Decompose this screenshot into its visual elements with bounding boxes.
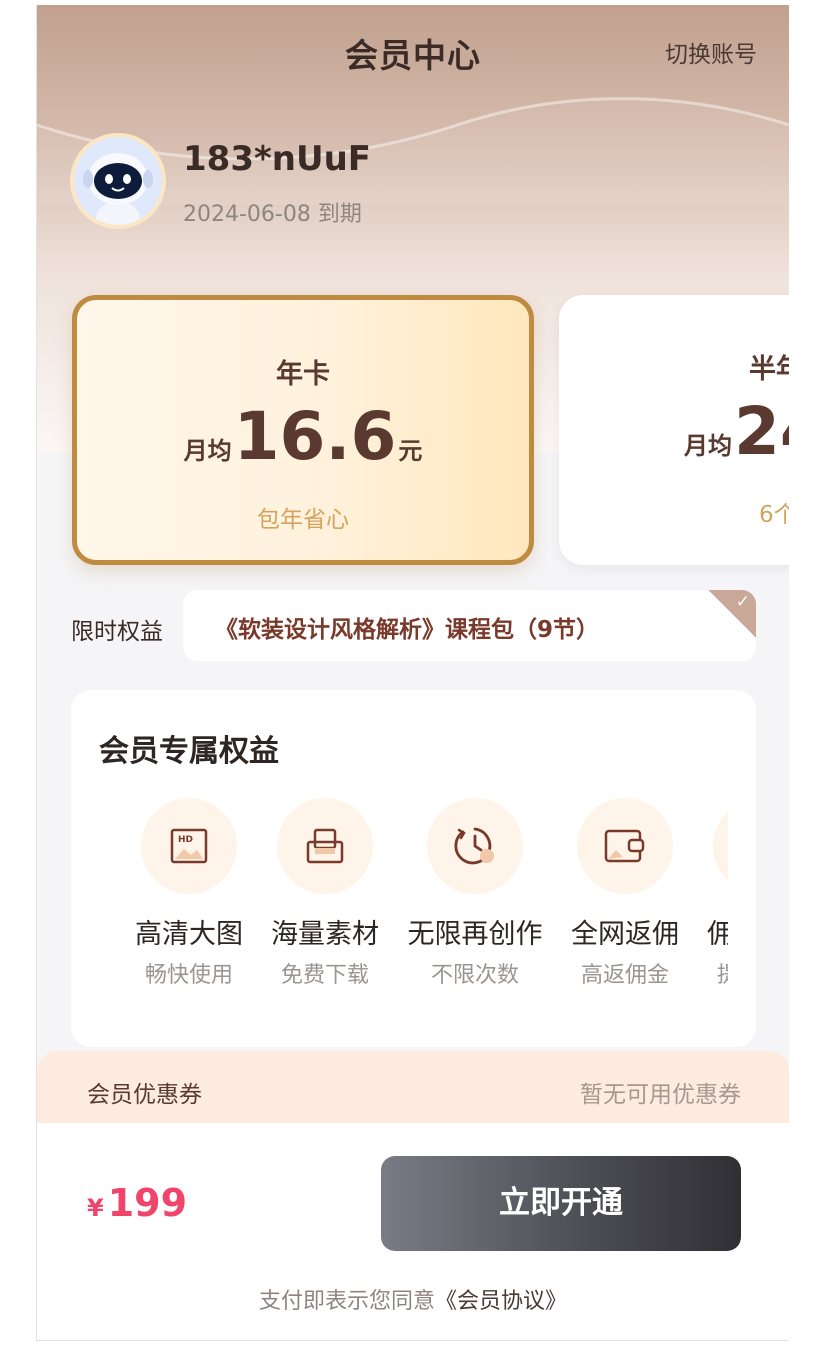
payment-bar: ¥199 立即开通 支付即表示您同意《会员协议》 [37,1123,789,1340]
limited-perk-label: 限时权益 [71,619,163,645]
selected-corner-badge: ✓ [708,590,756,638]
member-center-screen: 会员中心 切换账号 183*nUuF 2024-06-08 到期 年卡 月均16… [36,5,789,1341]
right-subtitle: 高返佣金 [580,963,669,988]
membership-expiry: 2024-06-08 到期 [183,202,362,227]
right-title: 海量素材 [271,919,379,950]
rights-list[interactable]: HD 高清大图 畅快使用 海量素材 免费下载 无限再创作 不限次数 全网返佣 高… [71,798,728,998]
right-title: 无限再创作 [407,919,543,950]
right-subtitle: 畅快使用 [144,963,233,988]
robot-avatar-icon [83,153,153,225]
price-prefix: 月均 [684,432,732,460]
right-subtitle: 提升收益 [686,957,728,989]
right-item-materials[interactable]: 海量素材 免费下载 [250,798,400,989]
plan-price: 月均24元 [684,393,789,470]
price-value: 24 [734,393,789,470]
plan-description: 包年省心 [257,507,349,533]
price-unit: 元 [398,437,423,465]
limited-perk-text: 《软装设计风格解析》课程包（9节） [215,617,600,643]
plan-description: 6个月 [759,502,789,528]
plan-name: 年卡 [276,359,330,390]
price-value: 16.6 [233,398,397,475]
material-tray-icon [306,828,344,864]
clock-refresh-icon [454,827,494,865]
amount-value: 199 [107,1181,188,1225]
avatar[interactable] [70,133,166,229]
activate-now-button[interactable]: 立即开通 [381,1156,741,1251]
right-title: 高清大图 [135,919,243,950]
username: 183*nUuF [183,139,371,179]
switch-account-button[interactable]: 切换账号 [665,35,757,69]
plan-price: 月均16.6元 [77,398,529,475]
right-title: 全网返佣 [571,919,679,950]
right-item-hd-image[interactable]: HD 高清大图 畅快使用 [114,798,264,989]
right-item-rebate[interactable]: 全网返佣 高返佣金 [550,798,700,989]
right-title: 佣金提升 [686,912,728,951]
coupon-label: 会员优惠券 [87,1082,202,1108]
right-subtitle: 不限次数 [430,963,519,988]
agreement-prefix: 支付即表示您同意 [258,1289,435,1314]
checkmark-icon: ✓ [735,592,750,612]
currency-symbol: ¥ [87,1194,104,1222]
rights-title: 会员专属权益 [99,734,279,769]
right-subtitle: 免费下载 [280,963,369,988]
limited-perk-option[interactable]: 《软装设计风格解析》课程包（9节） ✓ [183,590,756,661]
wallet-icon [604,829,645,863]
price-prefix: 月均 [183,437,232,465]
total-amount: ¥199 [87,1181,187,1225]
plan-card-annual[interactable]: 年卡 月均16.6元 包年省心 [72,295,534,565]
coupon-status: 暂无可用优惠券 [580,1082,741,1108]
hd-image-icon: HD [170,828,208,864]
plan-name: 半年卡 [749,354,789,385]
member-agreement-link[interactable]: 《会员协议》 [435,1289,567,1314]
agreement-text: 支付即表示您同意《会员协议》 [37,1283,789,1315]
member-rights-panel: 会员专属权益 HD 高清大图 畅快使用 海量素材 免费下载 无限再创作 不限次数… [71,690,756,1047]
svg-text:HD: HD [178,835,193,845]
plan-card-half-year[interactable]: 半年卡 月均24元 6个月 [559,295,789,565]
right-item-unlimited-recreate[interactable]: 无限再创作 不限次数 [400,798,550,989]
right-item-commission[interactable]: 佣金提升 提升收益 [686,798,728,989]
